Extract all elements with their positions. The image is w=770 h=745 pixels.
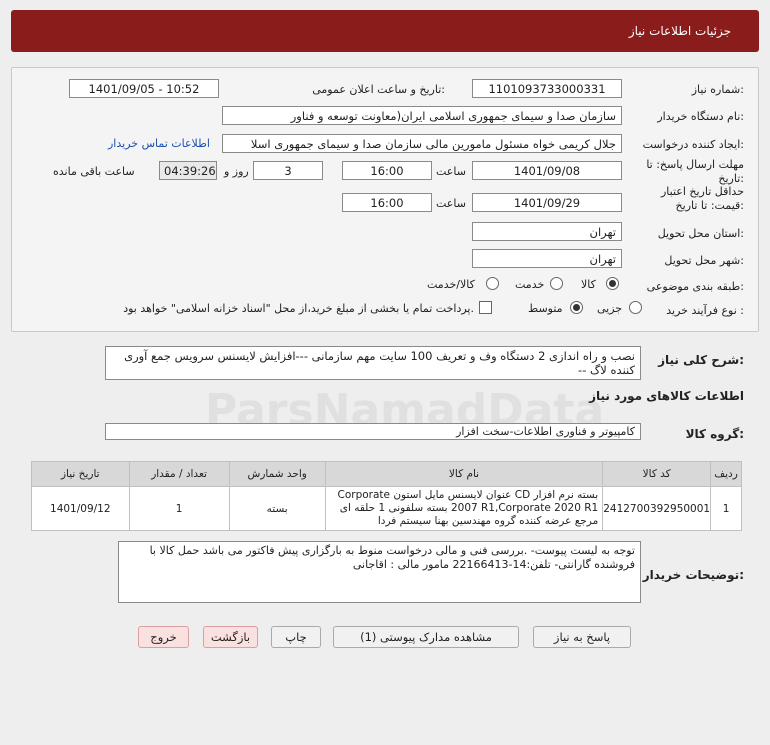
goods-info-title: اطلاعات کالاهای مورد نیاز xyxy=(589,389,744,403)
price-validity-label: حداقل تاریخ اعتبار قیمت: تا تاریخ: xyxy=(660,185,744,212)
print-button[interactable]: چاپ xyxy=(271,626,321,648)
table-row: 1 2412700392950001 بسته نرم افزار CD عنو… xyxy=(31,486,742,531)
price-time-field: 16:00 xyxy=(342,193,432,212)
contact-buyer-link[interactable]: اطلاعات تماس خریدار xyxy=(108,137,210,150)
days-label: روز و xyxy=(224,165,249,178)
province-label: استان محل تحویل: xyxy=(657,227,744,240)
cell-code: 2412700392950001 xyxy=(602,486,712,531)
category-radio-goods-service[interactable] xyxy=(486,277,499,290)
page-title: جزئیات اطلاعات نیاز xyxy=(628,24,731,38)
category-option-service: خدمت xyxy=(515,278,545,291)
reply-date-field: 1401/09/08 xyxy=(472,161,622,180)
cell-unit: بسته xyxy=(228,486,326,531)
goods-group-field: کامپیوتر و فناوری اطلاعات-سخت افزار xyxy=(105,423,641,440)
category-radio-goods[interactable] xyxy=(606,277,619,290)
reply-deadline-label: مهلت ارسال پاسخ: تا تاریخ: xyxy=(646,158,744,185)
back-button[interactable]: بازگشت xyxy=(203,626,258,648)
view-attachments-button[interactable]: مشاهده مدارک پیوستی (1) xyxy=(333,626,519,648)
need-number-field: 1101093733000331 xyxy=(472,79,622,98)
category-option-goods: کالا xyxy=(581,278,596,291)
buyer-notes-label: توضیحات خریدار: xyxy=(642,568,744,582)
process-radio-medium[interactable] xyxy=(570,301,583,314)
price-time-label: ساعت xyxy=(436,197,466,210)
category-radio-service[interactable] xyxy=(550,277,563,290)
days-field: 3 xyxy=(253,161,323,180)
need-number-label: شماره نیاز: xyxy=(691,83,744,96)
col-code: کد کالا xyxy=(602,461,712,487)
col-date: تاریخ نیاز xyxy=(31,461,130,487)
requester-label: ایجاد کننده درخواست: xyxy=(642,138,744,151)
col-unit: واحد شمارش xyxy=(228,461,326,487)
cell-name: بسته نرم افزار CD عنوان لایسنس مایل استو… xyxy=(324,486,604,531)
col-row: ردیف xyxy=(710,461,742,487)
province-field: تهران xyxy=(472,222,622,241)
table-header-row: ردیف کد کالا نام کالا واحد شمارش تعداد /… xyxy=(31,461,742,487)
process-option-medium: متوسط xyxy=(528,302,563,315)
cell-date: 1401/09/12 xyxy=(31,486,130,531)
summary-label: شرح کلی نیاز: xyxy=(658,353,744,367)
reply-button[interactable]: پاسخ به نیاز xyxy=(533,626,631,648)
price-date-field: 1401/09/29 xyxy=(472,193,622,212)
reply-time-field: 16:00 xyxy=(342,161,432,180)
exit-button[interactable]: خروج xyxy=(138,626,189,648)
remaining-time-field: 04:39:26 xyxy=(159,161,217,180)
announce-label: تاریخ و ساعت اعلان عمومی: xyxy=(312,83,445,96)
category-label: طبقه بندی موضوعی: xyxy=(646,280,744,293)
treasury-checkbox[interactable] xyxy=(479,301,492,314)
process-label: نوع فرآیند خرید : xyxy=(666,304,744,317)
category-option-goods-service: کالا/خدمت xyxy=(427,278,475,291)
city-field: تهران xyxy=(472,249,622,268)
remaining-time-label: ساعت باقی مانده xyxy=(53,165,135,178)
cell-row: 1 xyxy=(710,486,742,531)
summary-field: نصب و راه اندازی 2 دستگاه وف و تعریف 100… xyxy=(105,346,641,380)
requester-field: جلال کریمی خواه مسئول مامورین مالی سازما… xyxy=(222,134,622,153)
page-header: جزئیات اطلاعات نیاز xyxy=(11,10,759,52)
buyer-notes-field: توجه به لیست پیوست- .بررسی فنی و مالی در… xyxy=(118,541,641,603)
payment-note: پرداخت تمام یا بخشی از مبلغ خرید،از محل … xyxy=(123,302,474,315)
announce-field: 1401/09/05 - 10:52 xyxy=(69,79,219,98)
cell-qty: 1 xyxy=(128,486,230,531)
col-name: نام کالا xyxy=(324,461,604,487)
buyer-org-label: نام دستگاه خریدار: xyxy=(657,110,744,123)
reply-time-label: ساعت xyxy=(436,165,466,178)
buyer-org-field: سازمان صدا و سیمای جمهوری اسلامی ایران(م… xyxy=(222,106,622,125)
city-label: شهر محل تحویل: xyxy=(664,254,744,267)
process-option-minor: جزیی xyxy=(597,302,623,315)
process-radio-minor[interactable] xyxy=(629,301,642,314)
col-qty: تعداد / مقدار xyxy=(128,461,230,487)
goods-group-label: گروه کالا: xyxy=(685,427,744,441)
items-table: ردیف کد کالا نام کالا واحد شمارش تعداد /… xyxy=(31,461,742,531)
